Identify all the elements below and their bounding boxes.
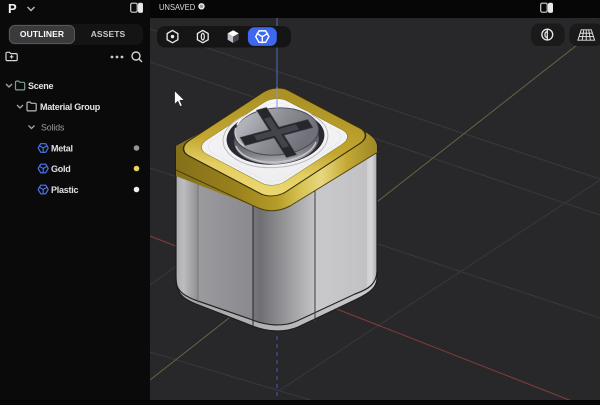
svg-text:Scene: Scene <box>28 81 54 91</box>
svg-text:Solids: Solids <box>41 123 65 133</box>
svg-text:Material Group: Material Group <box>40 102 101 112</box>
svg-text:Plastic: Plastic <box>51 185 79 195</box>
svg-text:Metal: Metal <box>51 144 73 154</box>
svg-text:Gold: Gold <box>51 164 71 174</box>
